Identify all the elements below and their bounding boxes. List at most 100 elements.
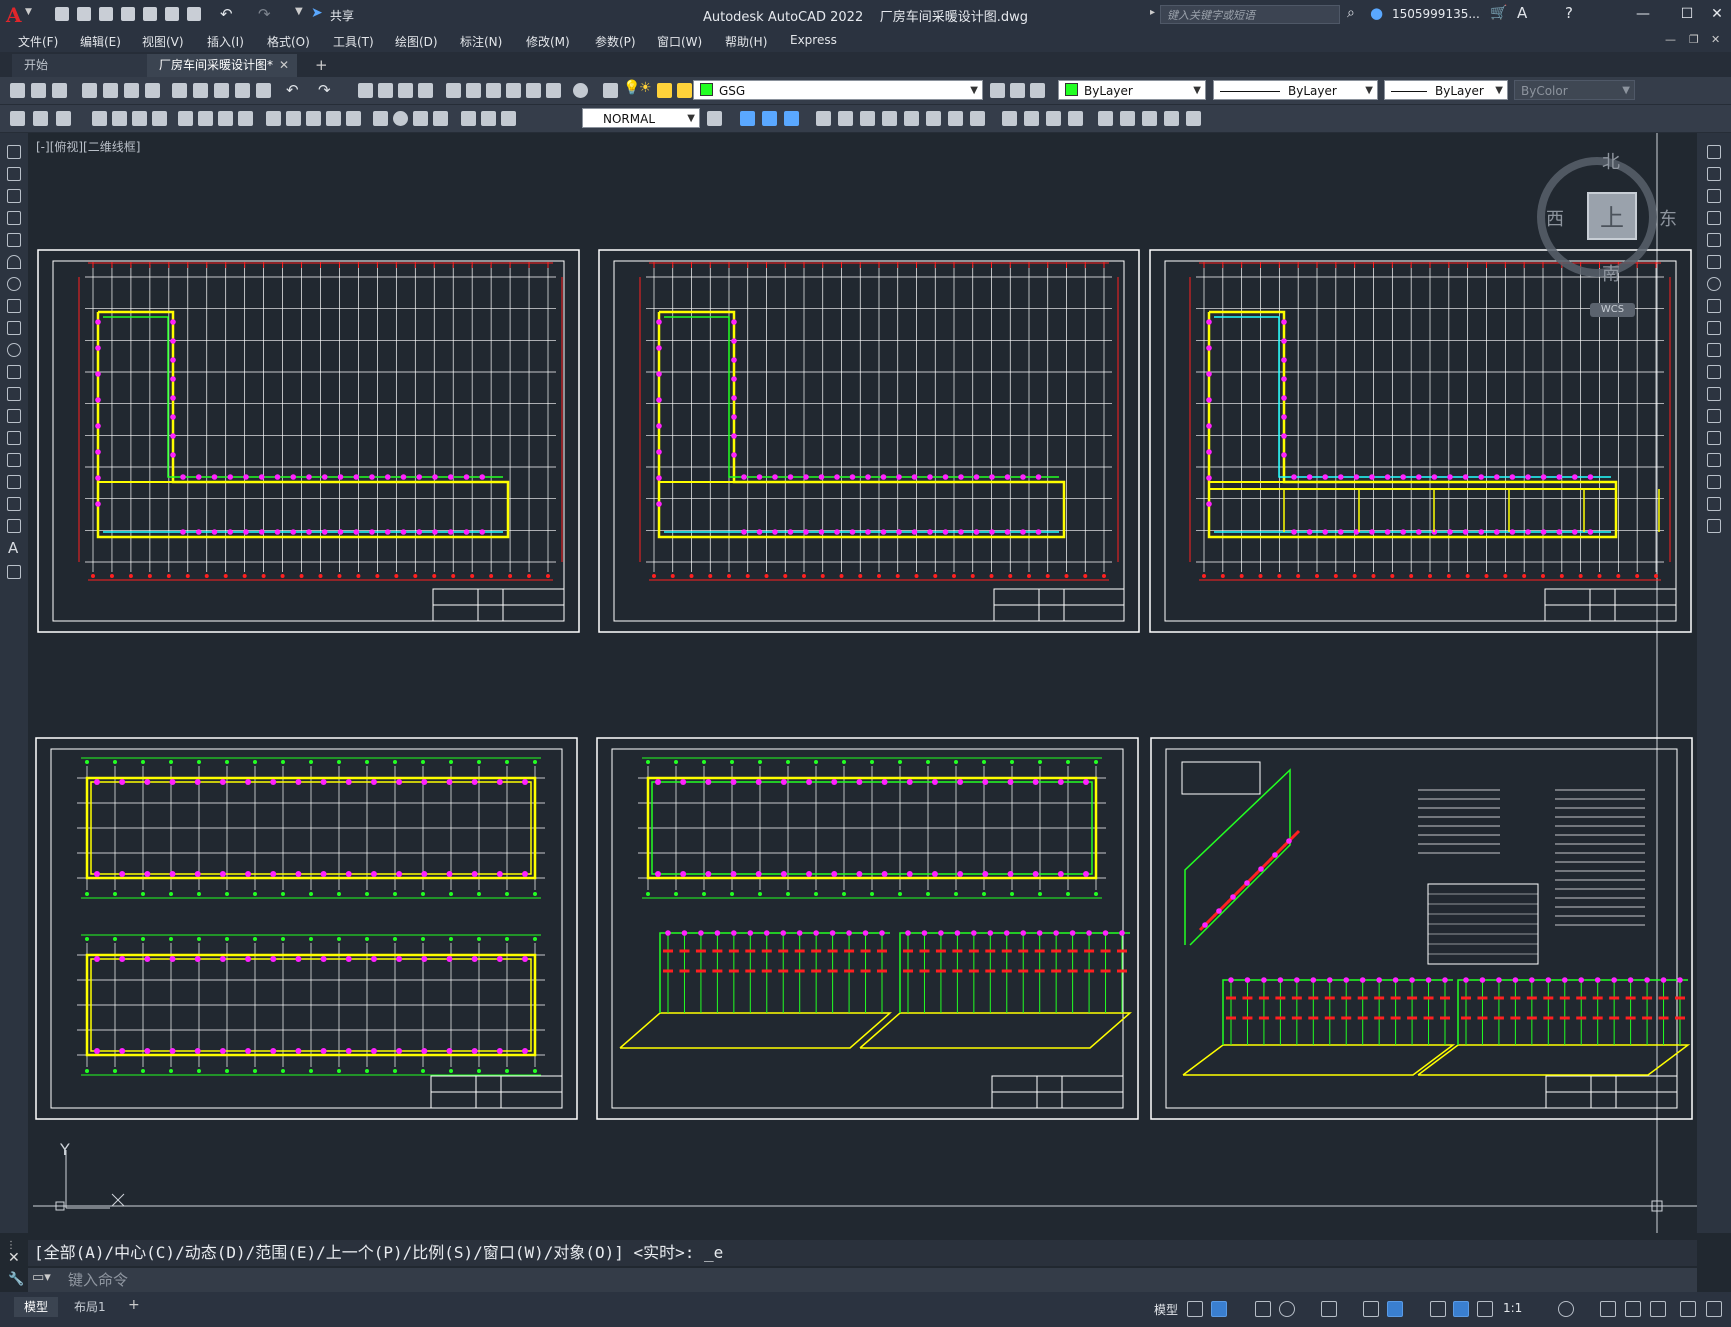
annotation-scale[interactable]: 1:1	[1503, 1301, 1522, 1315]
copy-object-icon[interactable]	[762, 111, 777, 126]
linear-dimension-icon[interactable]	[92, 111, 107, 126]
share-icon[interactable]: ➤	[311, 5, 323, 21]
tab-drawing[interactable]: 厂房车间采暖设计图* ✕	[147, 54, 297, 77]
edit-spline-icon[interactable]	[1164, 111, 1179, 126]
make-current-layer-icon[interactable]	[990, 83, 1005, 98]
viewcube-top-face[interactable]: 上	[1587, 192, 1637, 240]
layer-state-icon[interactable]	[1030, 83, 1045, 98]
break-point-palette-icon[interactable]	[1707, 387, 1721, 401]
lineweight-display-icon[interactable]	[1430, 1301, 1446, 1317]
fillet-icon[interactable]	[1068, 111, 1083, 126]
layer-combo[interactable]: GSG ▼	[693, 80, 983, 100]
help-icon[interactable]: ?	[1565, 4, 1573, 22]
drawing-svg[interactable]	[28, 133, 1697, 1233]
dimension-space-icon[interactable]	[326, 111, 341, 126]
hatch-icon[interactable]	[7, 453, 21, 467]
scale-icon[interactable]	[904, 111, 919, 126]
dimension-update-icon[interactable]	[501, 111, 516, 126]
workspace-gear-icon[interactable]	[1558, 1301, 1574, 1317]
rectangle-icon[interactable]	[7, 233, 21, 247]
minimize-button[interactable]: —	[1632, 4, 1654, 24]
isodraft-icon[interactable]	[1321, 1301, 1337, 1317]
dimension-style-manager-icon[interactable]	[707, 111, 722, 126]
recent-commands-icon[interactable]: ▭▾	[32, 1270, 51, 1285]
menu-format[interactable]: 格式(O)	[267, 33, 310, 50]
copy-icon[interactable]	[193, 83, 208, 98]
command-input[interactable]: 键入命令	[28, 1268, 1697, 1292]
sheet-set-icon[interactable]	[506, 83, 521, 98]
calculator-icon[interactable]	[546, 83, 561, 98]
table-icon[interactable]	[7, 519, 21, 533]
model-layout-tab[interactable]: 模型	[14, 1297, 59, 1317]
jogged-linear-icon[interactable]	[433, 111, 448, 126]
rotate-palette-icon[interactable]	[1707, 277, 1721, 291]
autodesk-app-icon[interactable]: A	[1517, 4, 1527, 22]
undo-icon[interactable]: ↶	[220, 5, 233, 23]
line-tool-icon[interactable]	[7, 145, 21, 159]
tolerance-icon[interactable]	[373, 111, 388, 126]
polyline-icon[interactable]	[7, 189, 21, 203]
new-file-icon[interactable]	[55, 7, 69, 21]
open-icon[interactable]	[31, 83, 46, 98]
copy-palette-icon[interactable]	[1707, 167, 1721, 181]
dimension-break-icon[interactable]	[346, 111, 361, 126]
annotation-monitor-icon[interactable]	[1600, 1301, 1616, 1317]
menu-parametric[interactable]: 参数(P)	[595, 33, 636, 50]
dimension-text-edit-icon[interactable]	[481, 111, 496, 126]
doc-minimize-button[interactable]: —	[1665, 33, 1676, 46]
tab-close-icon[interactable]: ✕	[279, 54, 289, 77]
doc-close-button[interactable]: ✕	[1711, 33, 1720, 46]
save-icon[interactable]	[52, 83, 67, 98]
design-center-icon[interactable]	[466, 83, 481, 98]
command-customize-wrench-icon[interactable]: 🔧	[8, 1272, 24, 1287]
zoom-previous-icon[interactable]	[418, 83, 433, 98]
arc-length-icon[interactable]	[132, 111, 147, 126]
mirror-icon[interactable]	[784, 111, 799, 126]
annotation-visibility-icon[interactable]	[1453, 1301, 1469, 1317]
layer-plot-icon[interactable]	[677, 83, 692, 98]
undo-toolbar-icon[interactable]: ↶	[286, 81, 299, 99]
offset-palette-icon[interactable]	[1707, 211, 1721, 225]
erase-icon[interactable]	[740, 111, 755, 126]
menu-draw[interactable]: 绘图(D)	[395, 33, 438, 50]
explode-icon[interactable]	[1098, 111, 1113, 126]
table-style-icon[interactable]	[33, 111, 48, 126]
redo-icon[interactable]: ↷	[258, 5, 271, 23]
baseline-dimension-icon[interactable]	[286, 111, 301, 126]
wcs-menu[interactable]: WCS	[1590, 303, 1635, 317]
gradient-icon[interactable]	[7, 475, 21, 489]
search-icon[interactable]: ⌕	[1347, 5, 1355, 21]
compass-south[interactable]: 南	[1602, 260, 1620, 286]
open-web-icon[interactable]	[143, 7, 157, 21]
construction-line-icon[interactable]	[7, 167, 21, 181]
polar-tracking-icon[interactable]	[1279, 1301, 1295, 1317]
autocad-logo-icon[interactable]: A	[6, 3, 22, 27]
search-expand-icon[interactable]: ▸	[1150, 7, 1155, 18]
edit-hatch-icon[interactable]	[1186, 111, 1201, 126]
blend-icon[interactable]	[1120, 111, 1135, 126]
open-file-icon[interactable]	[77, 7, 91, 21]
tool-palettes-icon[interactable]	[486, 83, 501, 98]
edit-polyline-icon[interactable]	[1142, 111, 1157, 126]
multiline-text-icon[interactable]: A	[8, 539, 18, 557]
isolate-objects-icon[interactable]	[1650, 1301, 1666, 1317]
properties-icon[interactable]	[446, 83, 461, 98]
doc-restore-button[interactable]: ❐	[1689, 33, 1699, 46]
pan-icon[interactable]	[358, 83, 373, 98]
customization-menu-icon[interactable]	[1706, 1301, 1722, 1317]
radius-dimension-icon[interactable]	[178, 111, 193, 126]
save-web-icon[interactable]	[165, 7, 179, 21]
compass-east[interactable]: 东	[1659, 205, 1677, 231]
command-close-icon[interactable]: ✕	[8, 1250, 20, 1266]
ordinate-dimension-icon[interactable]	[152, 111, 167, 126]
app-menu-chevron-icon[interactable]: ▼	[25, 7, 32, 17]
save-as-icon[interactable]	[121, 7, 135, 21]
block-editor-icon[interactable]	[256, 83, 271, 98]
explode-palette-icon[interactable]	[1707, 519, 1721, 533]
plot-preview-icon[interactable]	[103, 83, 118, 98]
menu-edit[interactable]: 编辑(E)	[80, 33, 121, 50]
mirror-palette-icon[interactable]	[1707, 189, 1721, 203]
extend-icon[interactable]	[970, 111, 985, 126]
save-icon[interactable]	[99, 7, 113, 21]
chamfer-palette-icon[interactable]	[1707, 453, 1721, 467]
